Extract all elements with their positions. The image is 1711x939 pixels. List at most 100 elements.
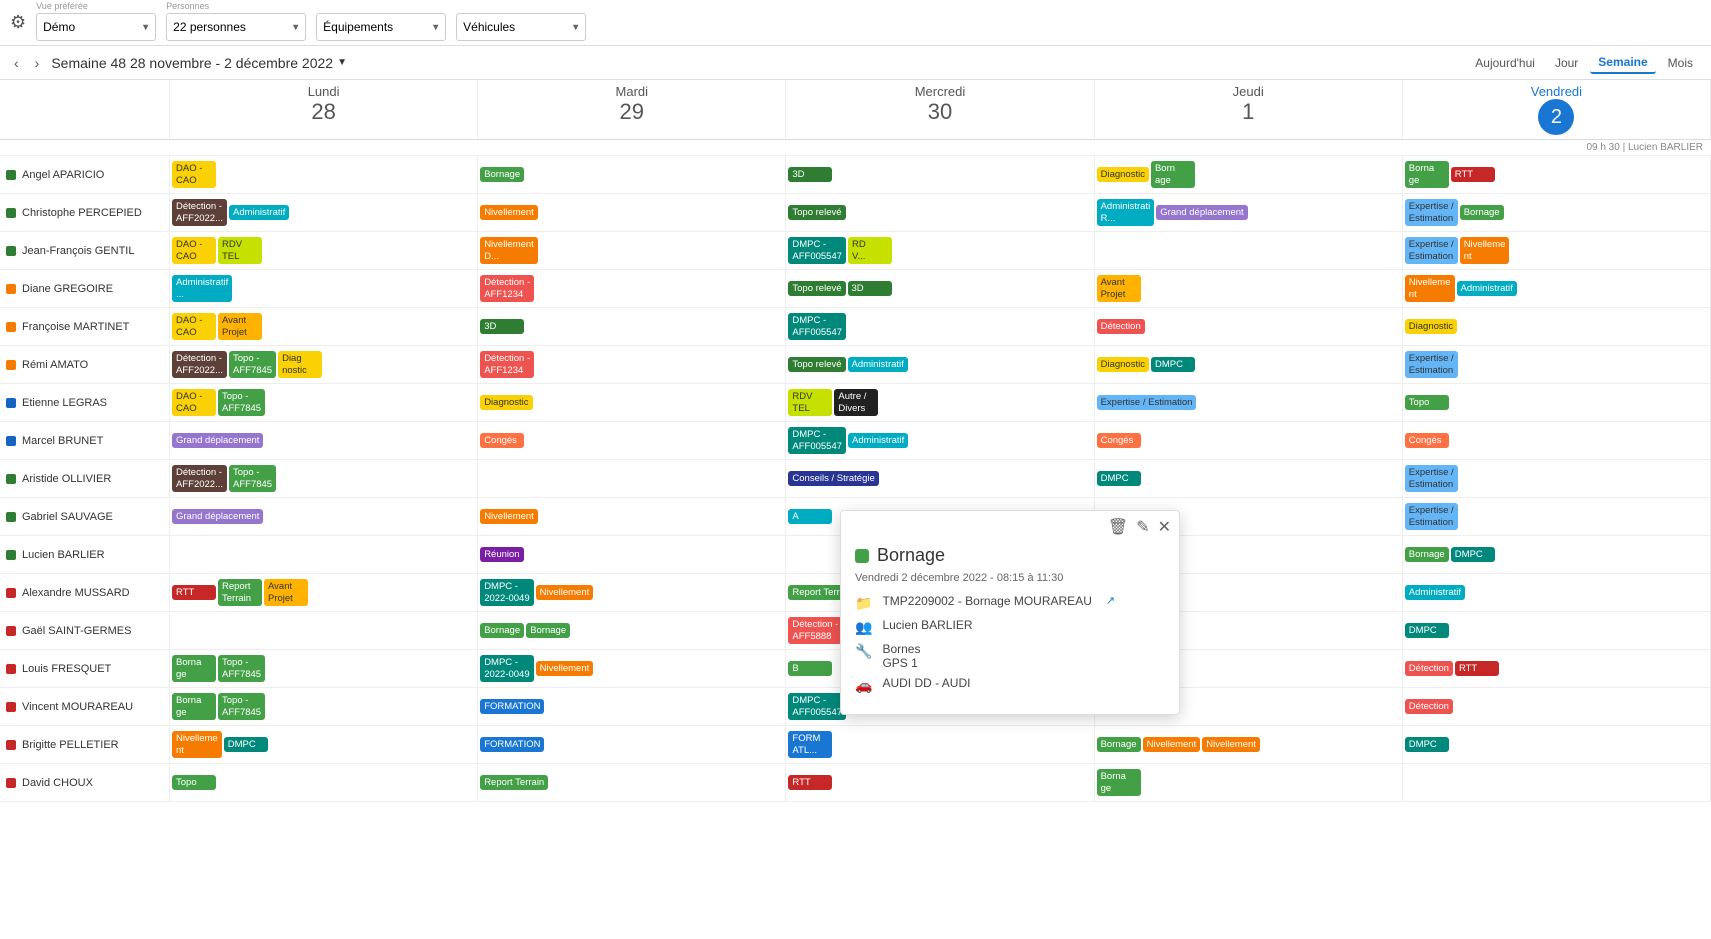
event-chip[interactable]: Report Terrain <box>480 775 548 790</box>
event-chip[interactable]: DMPC - 2022-0049 <box>480 655 533 682</box>
event-chip[interactable]: Borna ge <box>1097 769 1141 796</box>
prev-week-button[interactable]: ‹ <box>10 53 23 73</box>
event-chip[interactable]: Expertise / Estimation <box>1405 351 1458 378</box>
event-chip[interactable]: 3D <box>788 167 832 182</box>
event-chip[interactable]: A <box>788 509 832 524</box>
event-chip[interactable]: Nivellement <box>480 205 538 220</box>
event-chip[interactable]: Born age <box>1151 161 1195 188</box>
event-chip[interactable]: Avant Projet <box>218 313 262 340</box>
event-chip[interactable]: Grand déplacement <box>172 433 263 448</box>
event-chip[interactable]: Nivellement <box>1202 737 1260 752</box>
event-chip[interactable]: DMPC - AFF005547 <box>788 693 846 720</box>
event-chip[interactable]: Expertise / Estimation <box>1405 465 1458 492</box>
day-view-button[interactable]: Jour <box>1547 52 1586 74</box>
week-view-button[interactable]: Semaine <box>1590 52 1655 74</box>
popup-edit-button[interactable]: ✎ <box>1136 517 1149 537</box>
event-chip[interactable]: Nivelleme nt <box>1460 237 1510 264</box>
event-chip[interactable]: DMPC <box>1097 471 1141 486</box>
event-chip[interactable]: RDV TEL <box>788 389 832 416</box>
event-chip[interactable]: DMPC <box>224 737 268 752</box>
event-chip[interactable]: Bornage <box>1405 547 1449 562</box>
personnes-select[interactable]: 22 personnes <box>166 13 306 41</box>
event-chip[interactable]: FORMATION <box>480 699 544 714</box>
event-chip[interactable]: Expertise / Estimation <box>1405 503 1458 530</box>
event-chip[interactable]: Borna ge <box>1405 161 1449 188</box>
event-chip[interactable]: Diagnostic <box>1097 357 1149 372</box>
event-chip[interactable]: Administratif <box>229 205 289 220</box>
event-chip[interactable]: Bornage <box>1097 737 1141 752</box>
event-chip[interactable]: Congés <box>1405 433 1449 448</box>
event-chip[interactable]: Détection - AFF5888 <box>788 617 842 644</box>
event-chip[interactable]: Administratif <box>1457 281 1517 296</box>
event-chip[interactable]: Détection - AFF1234 <box>480 275 534 302</box>
event-chip[interactable]: Administrati R... <box>1097 199 1155 226</box>
equipements-select[interactable]: Équipements <box>316 13 446 41</box>
event-chip[interactable]: DMPC - 2022-0049 <box>480 579 533 606</box>
event-chip[interactable]: Topo relevé <box>788 357 845 372</box>
event-chip[interactable]: Nivellement <box>536 585 594 600</box>
event-chip[interactable]: DAO - CAO <box>172 313 216 340</box>
event-chip[interactable]: Nivelleme nt <box>1405 275 1455 302</box>
event-chip[interactable]: Topo - AFF7845 <box>229 465 276 492</box>
event-chip[interactable]: Bornage <box>526 623 570 638</box>
event-chip[interactable]: Bornage <box>480 623 524 638</box>
event-chip[interactable]: Nivellement <box>536 661 594 676</box>
event-chip[interactable]: Expertise / Estimation <box>1097 395 1197 410</box>
event-chip[interactable]: Topo relevé <box>788 205 845 220</box>
event-chip[interactable]: Expertise / Estimation <box>1405 199 1458 226</box>
vue-preferee-select[interactable]: Démo <box>36 13 156 41</box>
event-chip[interactable]: Topo - AFF7845 <box>218 655 265 682</box>
event-chip[interactable]: Borna ge <box>172 655 216 682</box>
event-chip[interactable]: Expertise / Estimation <box>1405 237 1458 264</box>
event-chip[interactable]: Avant Projet <box>1097 275 1141 302</box>
event-chip[interactable]: Topo - AFF7845 <box>218 389 265 416</box>
event-chip[interactable]: Avant Projet <box>264 579 308 606</box>
event-chip[interactable]: DMPC - AFF005547 <box>788 313 846 340</box>
event-chip[interactable]: Diagnostic <box>1097 167 1149 182</box>
event-chip[interactable]: B <box>788 661 832 676</box>
vehicules-select[interactable]: Véhicules <box>456 13 586 41</box>
next-week-button[interactable]: › <box>31 53 44 73</box>
event-chip[interactable]: Report Terrain <box>218 579 262 606</box>
week-title[interactable]: Semaine 48 28 novembre - 2 décembre 2022… <box>51 55 347 71</box>
event-chip[interactable]: RTT <box>172 585 216 600</box>
popup-external-link[interactable]: ↗ <box>1106 594 1115 607</box>
event-chip[interactable]: Bornage <box>1460 205 1504 220</box>
event-chip[interactable]: Détection - AFF2022... <box>172 465 227 492</box>
event-chip[interactable]: Topo <box>1405 395 1449 410</box>
month-view-button[interactable]: Mois <box>1660 52 1701 74</box>
event-chip[interactable]: Administratif <box>1405 585 1465 600</box>
event-chip[interactable]: Topo - AFF7845 <box>218 693 265 720</box>
event-chip[interactable]: Autre / Divers <box>834 389 878 416</box>
event-chip[interactable]: Détection <box>1405 699 1453 714</box>
event-chip[interactable]: Détection <box>1405 661 1453 676</box>
event-chip[interactable]: DAO - CAO <box>172 161 216 188</box>
event-chip[interactable]: DMPC <box>1405 623 1449 638</box>
event-chip[interactable]: DMPC <box>1451 547 1495 562</box>
event-chip[interactable]: Détection - AFF1234 <box>480 351 534 378</box>
today-button[interactable]: Aujourd'hui <box>1467 52 1543 74</box>
event-chip[interactable]: RTT <box>1455 661 1499 676</box>
event-chip[interactable]: Détection - AFF2022... <box>172 199 227 226</box>
event-chip[interactable]: 3D <box>848 281 892 296</box>
event-chip[interactable]: Bornage <box>480 167 524 182</box>
event-chip[interactable]: Diagnostic <box>480 395 532 410</box>
event-chip[interactable]: Grand déplacement <box>1156 205 1247 220</box>
event-chip[interactable]: DMPC - AFF005547 <box>788 237 846 264</box>
event-chip[interactable]: DAO - CAO <box>172 237 216 264</box>
event-chip[interactable]: RTT <box>1451 167 1495 182</box>
event-chip[interactable]: Topo <box>172 775 216 790</box>
event-chip[interactable]: Diagnostic <box>1405 319 1457 334</box>
event-chip[interactable]: RTT <box>788 775 832 790</box>
event-chip[interactable]: DMPC <box>1405 737 1449 752</box>
event-chip[interactable]: Grand déplacement <box>172 509 263 524</box>
event-chip[interactable]: Congés <box>480 433 524 448</box>
event-chip[interactable]: FORMATION <box>480 737 544 752</box>
event-chip[interactable]: Administratif <box>848 357 908 372</box>
event-chip[interactable]: FORM ATL... <box>788 731 832 758</box>
event-chip[interactable]: DMPC - AFF005547 <box>788 427 846 454</box>
event-chip[interactable]: Topo relevé <box>788 281 845 296</box>
event-chip[interactable]: Nivellement <box>480 509 538 524</box>
event-chip[interactable]: Borna ge <box>172 693 216 720</box>
event-chip[interactable]: Congés <box>1097 433 1141 448</box>
